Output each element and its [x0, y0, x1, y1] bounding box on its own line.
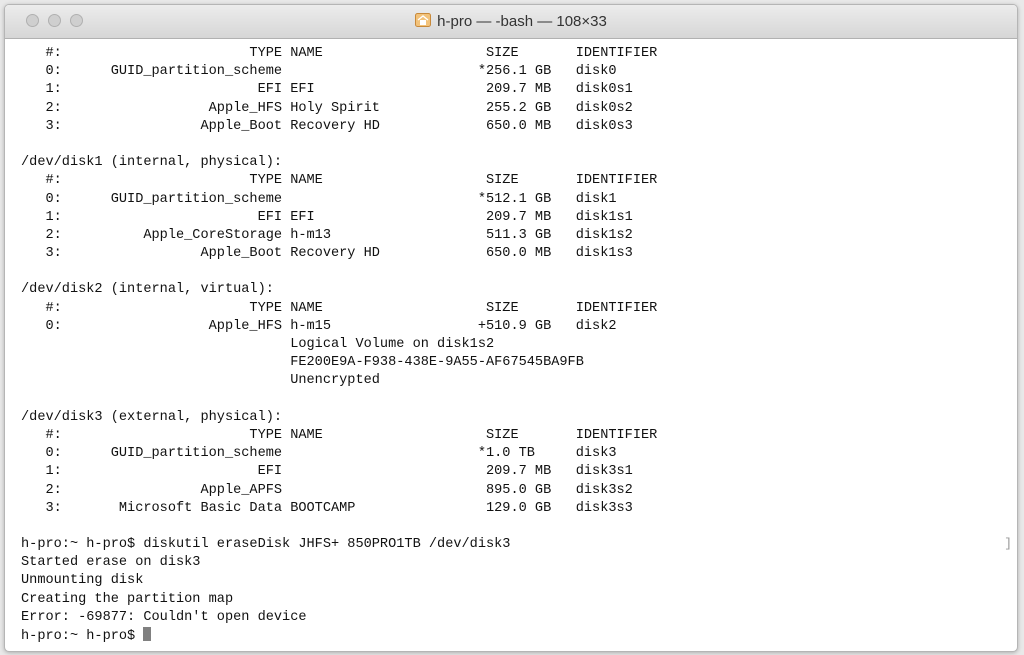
terminal-line: Unmounting disk — [21, 573, 144, 589]
terminal-line: /dev/disk3 (external, physical): — [21, 409, 283, 425]
window-title: h-pro — -bash — 108×33 — [437, 13, 607, 30]
terminal-line: FE200E9A-F938-438E-9A55-AF67545BA9FB — [21, 355, 584, 371]
terminal-line: 3: Apple_Boot Recovery HD 650.0 MB disk0… — [21, 118, 633, 134]
home-icon — [415, 13, 432, 27]
terminal-line: 1: EFI EFI 209.7 MB disk0s1 — [21, 82, 633, 98]
text-cursor — [143, 627, 152, 641]
terminal-line: 2: Apple_HFS Holy Spirit 255.2 GB disk0s… — [21, 100, 633, 116]
terminal-line: Started erase on disk3 — [21, 555, 201, 571]
terminal-line: /dev/disk2 (internal, virtual): — [21, 282, 274, 298]
terminal-line: #: TYPE NAME SIZE IDENTIFIER — [21, 427, 658, 443]
terminal-window: h-pro — -bash — 108×33 #: TYPE NAME SIZE… — [4, 4, 1018, 652]
terminal-line: 0: GUID_partition_scheme *256.1 GB disk0 — [21, 64, 617, 80]
terminal-line: 0: Apple_HFS h-m15 +510.9 GB disk2 — [21, 318, 617, 334]
terminal-line: 0: GUID_partition_scheme *512.1 GB disk1 — [21, 191, 617, 207]
terminal-line: 2: Apple_CoreStorage h-m13 511.3 GB disk… — [21, 227, 633, 243]
terminal-line: 0: GUID_partition_scheme *1.0 TB disk3 — [21, 446, 617, 462]
prompt-line: h-pro:~ h-pro$ — [21, 627, 1003, 645]
terminal-line: 2: Apple_APFS 895.0 GB disk3s2 — [21, 482, 633, 498]
terminal-line: 1: EFI 209.7 MB disk3s1 — [21, 464, 633, 480]
terminal-output[interactable]: #: TYPE NAME SIZE IDENTIFIER 0: GUID_par… — [21, 45, 1003, 645]
terminal-line: 3: Apple_Boot Recovery HD 650.0 MB disk1… — [21, 246, 633, 262]
terminal-line: 1: EFI EFI 209.7 MB disk1s1 — [21, 209, 633, 225]
terminal-line: 3: Microsoft Basic Data BOOTCAMP 129.0 G… — [21, 500, 633, 516]
right-edge-marker: ] — [1004, 536, 1012, 551]
prompt-text: h-pro:~ h-pro$ — [21, 629, 144, 644]
terminal-line: #: TYPE NAME SIZE IDENTIFIER — [21, 300, 658, 316]
terminal-line: #: TYPE NAME SIZE IDENTIFIER — [21, 173, 658, 189]
terminal-line: Creating the partition map — [21, 591, 234, 607]
terminal-line: Logical Volume on disk1s2 — [21, 337, 495, 352]
terminal-line: #: TYPE NAME SIZE IDENTIFIER — [21, 46, 658, 61]
window-title-container: h-pro — -bash — 108×33 — [5, 13, 1017, 30]
title-bar[interactable]: h-pro — -bash — 108×33 — [5, 5, 1017, 39]
terminal-line: h-pro:~ h-pro$ diskutil eraseDisk JHFS+ … — [21, 537, 511, 553]
terminal-line: /dev/disk1 (internal, physical): — [21, 155, 283, 171]
terminal-line: Error: -69877: Couldn't open device — [21, 609, 307, 625]
terminal-line: Unencrypted — [21, 373, 380, 389]
